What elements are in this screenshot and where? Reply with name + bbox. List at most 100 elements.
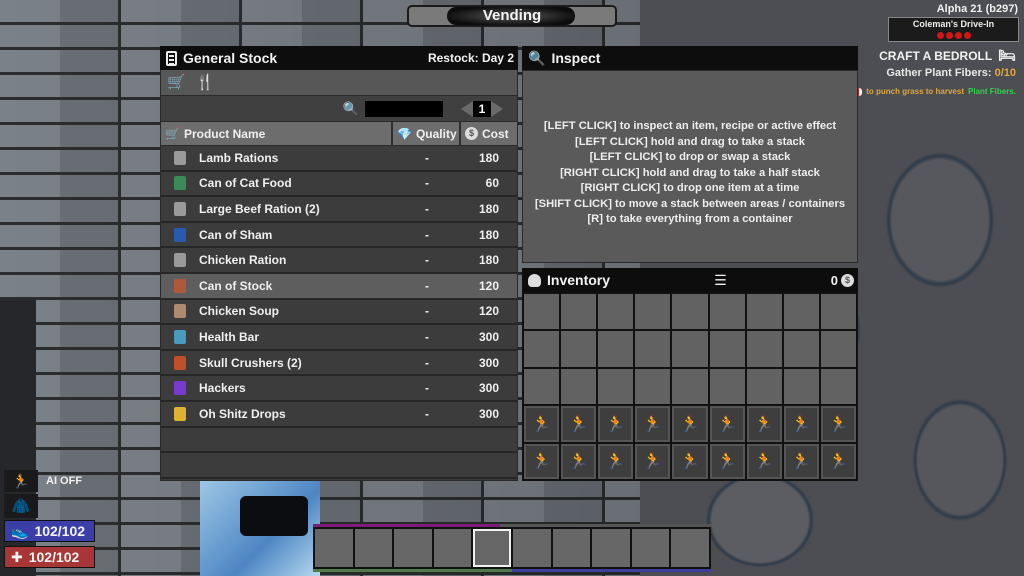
search-input[interactable] xyxy=(365,100,443,117)
product-quality: - xyxy=(425,253,429,268)
product-cost: 180 xyxy=(478,150,499,165)
locked-inventory-slot: 🏃 xyxy=(524,406,560,442)
item-icon xyxy=(161,278,199,293)
locked-slot-icon: 🏃 xyxy=(680,453,700,471)
inventory-slot[interactable] xyxy=(820,294,856,330)
product-row[interactable]: Chicken Soup - 120 xyxy=(161,300,517,326)
product-cost: 60 xyxy=(485,176,499,191)
locked-inventory-slot: 🏃 xyxy=(746,443,782,479)
toolbelt-slot[interactable] xyxy=(671,529,709,567)
status-bar xyxy=(313,569,711,572)
inspect-title: Inspect xyxy=(551,50,601,66)
inventory-slot[interactable] xyxy=(672,368,708,405)
product-row[interactable]: Skull Crushers (2) - 300 xyxy=(161,351,517,377)
inventory-slot[interactable] xyxy=(524,368,560,405)
inventory-slot[interactable] xyxy=(820,368,856,405)
inspect-header: 🔍 Inspect xyxy=(522,46,858,70)
product-quality: - xyxy=(425,329,429,344)
fork-icon[interactable]: 🍴 xyxy=(196,75,215,90)
product-row[interactable]: Can of Stock - 120 xyxy=(161,273,517,300)
locked-slot-icon: 🏃 xyxy=(605,453,626,471)
inventory-slot[interactable] xyxy=(709,368,745,405)
bed-icon: 🛏 xyxy=(998,47,1016,63)
sort-by-cost[interactable]: $ Cost xyxy=(461,122,517,145)
inventory-slot[interactable] xyxy=(746,368,782,405)
inventory-slot[interactable] xyxy=(672,331,708,367)
inventory-slot[interactable] xyxy=(820,331,856,367)
inventory-slot[interactable] xyxy=(635,294,671,330)
toolbelt-slot[interactable] xyxy=(512,529,551,567)
inventory-slot[interactable] xyxy=(783,294,819,330)
product-name: Can of Cat Food xyxy=(199,176,292,191)
inventory-slot[interactable] xyxy=(598,368,634,405)
inventory-slot[interactable] xyxy=(746,331,782,367)
health-bar: ✚ 102/102 xyxy=(4,546,95,568)
inventory-slot[interactable] xyxy=(635,331,671,367)
sort-by-name[interactable]: 🛒 Product Name xyxy=(161,122,393,145)
inventory-slot[interactable] xyxy=(598,331,634,367)
locked-inventory-slot: 🏃 xyxy=(672,406,708,442)
column-header: 🛒 Product Name 💎 Quality $ Cost xyxy=(160,122,518,146)
locked-slot-icon: 🏃 xyxy=(791,453,812,471)
product-row[interactable]: Hackers - 300 xyxy=(161,376,517,402)
inventory-slot[interactable] xyxy=(783,331,819,367)
toolbelt-slot[interactable] xyxy=(631,529,670,567)
inventory-slot[interactable] xyxy=(598,294,634,330)
product-quality: - xyxy=(425,278,429,293)
cart-icon[interactable]: 🛒 xyxy=(167,75,186,90)
product-row[interactable]: Lamb Rations - 180 xyxy=(161,146,517,172)
inventory-slot[interactable] xyxy=(561,294,597,330)
search-icon: 🔍 xyxy=(342,100,359,116)
locked-slot-icon: 🏃 xyxy=(568,415,589,433)
toolbelt-slot[interactable] xyxy=(354,529,393,567)
locked-slot-icon: 🏃 xyxy=(717,453,738,471)
quest-task-progress: 0/10 xyxy=(994,67,1016,79)
inventory-slot[interactable] xyxy=(783,368,819,405)
previous-page-arrow-icon[interactable] xyxy=(461,100,473,117)
inventory-slot[interactable] xyxy=(746,294,782,330)
inventory-slot[interactable] xyxy=(709,294,745,330)
quest-task-label: Gather Plant Fibers: xyxy=(886,67,992,79)
product-quality: - xyxy=(425,201,429,216)
coin-value: 0 xyxy=(830,272,838,288)
product-row[interactable]: Chicken Ration - 180 xyxy=(161,248,517,274)
locked-inventory-slot: 🏃 xyxy=(709,406,745,442)
sort-inventory-icon[interactable]: ☰ xyxy=(714,272,727,289)
item-icon xyxy=(161,253,199,268)
danger-skull-icon xyxy=(936,32,944,39)
inventory-grid: 🏃 🏃 🏃 🏃 🏃 🏃 🏃 🏃 🏃 🏃 🏃 🏃 🏃 🏃 🏃 🏃 🏃 🏃 xyxy=(522,292,858,481)
inspect-help-line: [SHIFT CLICK] to move a stack between ar… xyxy=(534,197,846,210)
quest-hint-text: to punch grass to harvest xyxy=(866,87,964,96)
inspect-help-line: [RIGHT CLICK] hold and drag to take a ha… xyxy=(560,166,820,179)
sort-by-quality[interactable]: 💎 Quality xyxy=(393,122,461,145)
toolbelt-slot[interactable] xyxy=(394,529,432,567)
inventory-slot[interactable] xyxy=(709,331,745,367)
stock-title: General Stock xyxy=(183,50,278,66)
toolbelt-slot[interactable] xyxy=(315,529,353,567)
locked-inventory-slot: 🏃 xyxy=(635,443,671,479)
quest-title[interactable]: CRAFT A BEDROLL 🛏 xyxy=(879,47,1016,64)
inventory-slot[interactable] xyxy=(524,331,560,367)
vending-slot xyxy=(240,496,308,536)
product-row[interactable]: Can of Sham - 180 xyxy=(161,223,517,249)
armor-jacket-icon: 🧥 xyxy=(4,494,38,518)
toolbelt-slot[interactable] xyxy=(592,529,630,567)
product-row[interactable]: Health Bar - 300 xyxy=(161,325,517,351)
inventory-slot[interactable] xyxy=(561,368,597,405)
product-row[interactable]: Oh Shitz Drops - 300 xyxy=(161,402,517,428)
inventory-slot[interactable] xyxy=(635,368,671,405)
toolbelt-slot[interactable] xyxy=(552,529,591,567)
locked-inventory-slot: 🏃 xyxy=(820,443,856,479)
product-row[interactable]: Large Beef Ration (2) - 180 xyxy=(161,197,517,223)
general-stock-panel: General Stock Restock: Day 2 🛒 🍴 🔍 1 🛒 P… xyxy=(160,46,518,481)
toolbelt xyxy=(313,524,711,574)
inventory-slot[interactable] xyxy=(524,294,560,330)
product-row[interactable]: Can of Cat Food - 60 xyxy=(161,172,517,198)
toolbelt-slot[interactable] xyxy=(473,529,511,567)
inventory-slot[interactable] xyxy=(561,331,597,367)
next-page-arrow-icon[interactable] xyxy=(491,100,503,117)
inventory-slot[interactable] xyxy=(672,294,708,330)
toolbelt-slot[interactable] xyxy=(433,529,472,567)
product-name: Oh Shitz Drops xyxy=(199,406,286,421)
locked-slot-icon: 🏃 xyxy=(791,415,812,433)
